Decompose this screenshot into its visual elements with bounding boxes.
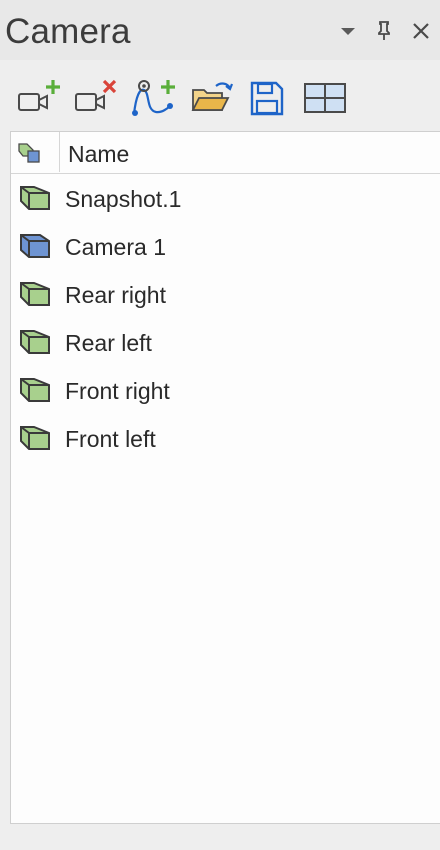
close-icon[interactable] (410, 20, 432, 42)
panel-title-bar: Camera (0, 0, 440, 60)
list-header: Name (11, 132, 440, 174)
list-item[interactable]: Rear right (11, 270, 440, 318)
camera-type-column-icon[interactable] (17, 141, 43, 165)
list-item[interactable]: Snapshot.1 (11, 174, 440, 222)
list-item[interactable]: Rear left (11, 318, 440, 366)
add-camera-icon[interactable] (15, 76, 63, 120)
list-item-label: Front left (65, 426, 156, 452)
list-item[interactable]: Front left (11, 414, 440, 462)
toolbar (0, 62, 440, 130)
open-folder-icon[interactable] (188, 76, 236, 120)
save-icon[interactable] (243, 76, 291, 120)
camera-list-panel: Name Snapshot.1 Camera 1 Rear right Rear… (10, 131, 440, 824)
dropdown-arrow-icon[interactable] (337, 20, 359, 42)
split-view-icon[interactable] (301, 76, 349, 120)
name-column-header[interactable]: Name (68, 141, 129, 167)
list-item[interactable]: Front right (11, 366, 440, 414)
blue-camera-icon (18, 228, 52, 262)
column-separator[interactable] (59, 132, 60, 172)
green-camera-icon (18, 372, 52, 406)
list-item-label: Rear right (65, 282, 166, 308)
green-camera-icon (18, 324, 52, 358)
add-camera-path-icon[interactable] (130, 76, 178, 120)
list-item[interactable]: Camera 1 (11, 222, 440, 270)
green-camera-icon (18, 180, 52, 214)
green-camera-icon (18, 276, 52, 310)
bottom-strip (0, 824, 440, 850)
remove-camera-icon[interactable] (72, 76, 120, 120)
list-item-label: Front right (65, 378, 170, 404)
panel-title: Camera (5, 12, 131, 51)
green-camera-icon (18, 420, 52, 454)
list-item-label: Camera 1 (65, 234, 166, 260)
list-item-label: Snapshot.1 (65, 186, 182, 212)
list-item-label: Rear left (65, 330, 152, 356)
pin-icon[interactable] (373, 20, 395, 42)
